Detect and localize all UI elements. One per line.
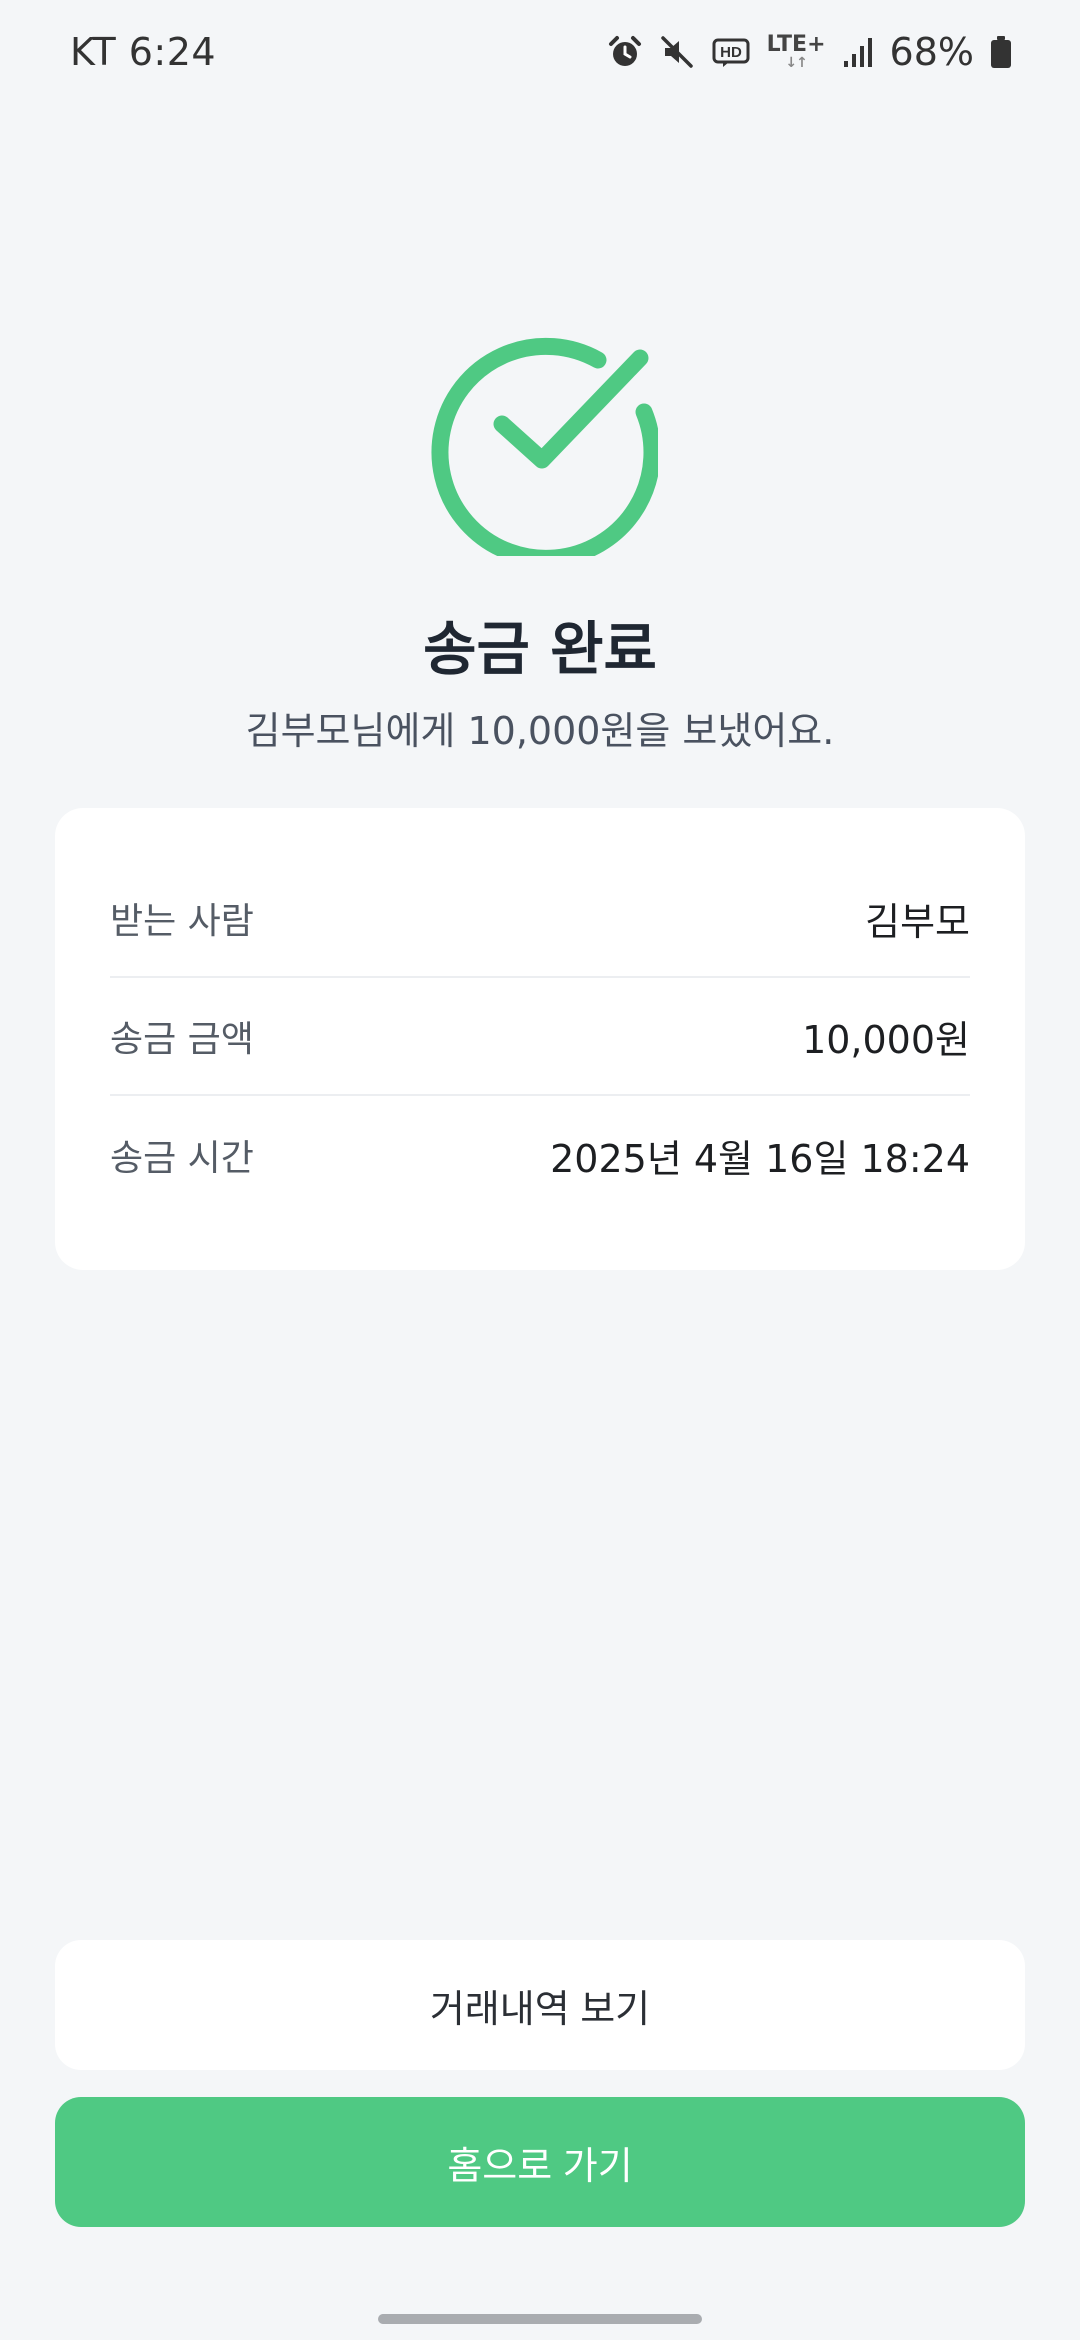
svg-text:HD: HD — [720, 44, 742, 61]
detail-row-recipient: 받는 사람 김부모 — [110, 860, 970, 978]
transfer-complete-screen: KT 6:24 HD LTE+ ↓↑ 68% 송금 완료 김부모님에게 10,0… — [0, 0, 1080, 2340]
carrier-time: KT 6:24 — [70, 30, 217, 74]
recipient-value: 김부모 — [865, 899, 970, 944]
signal-icon — [842, 35, 874, 69]
recipient-label: 받는 사람 — [110, 901, 254, 942]
hd-voice-icon: HD — [711, 34, 751, 70]
detail-row-amount: 송금 금액 10,000원 — [110, 978, 970, 1096]
network-arrows: ↓↑ — [785, 55, 807, 71]
battery-percent: 68% — [889, 30, 974, 74]
mute-icon — [659, 34, 695, 70]
page-title: 송금 완료 — [423, 615, 657, 683]
status-icons: HD LTE+ ↓↑ 68% — [607, 30, 1012, 74]
lte-plus-icon: LTE+ ↓↑ — [766, 32, 826, 71]
time-label: 송금 시간 — [110, 1138, 254, 1179]
detail-row-time: 송금 시간 2025년 4월 16일 18:24 — [110, 1096, 970, 1214]
alarm-icon — [607, 34, 643, 70]
battery-icon — [990, 35, 1012, 69]
transfer-details-card: 받는 사람 김부모 송금 금액 10,000원 송금 시간 2025년 4월 1… — [55, 808, 1025, 1270]
amount-value: 10,000원 — [802, 1017, 970, 1062]
time-value: 2025년 4월 16일 18:24 — [550, 1136, 970, 1181]
status-bar: KT 6:24 HD LTE+ ↓↑ 68% — [0, 0, 1080, 104]
check-circle-icon — [422, 320, 661, 567]
result-message: 김부모님에게 10,000원을 보냈어요. — [245, 709, 835, 753]
go-home-button[interactable]: 홈으로 가기 — [55, 2097, 1025, 2227]
amount-label: 송금 금액 — [110, 1019, 254, 1060]
view-history-button[interactable]: 거래내역 보기 — [55, 1940, 1025, 2070]
network-label: LTE+ — [766, 32, 826, 57]
home-indicator[interactable] — [378, 2314, 702, 2324]
